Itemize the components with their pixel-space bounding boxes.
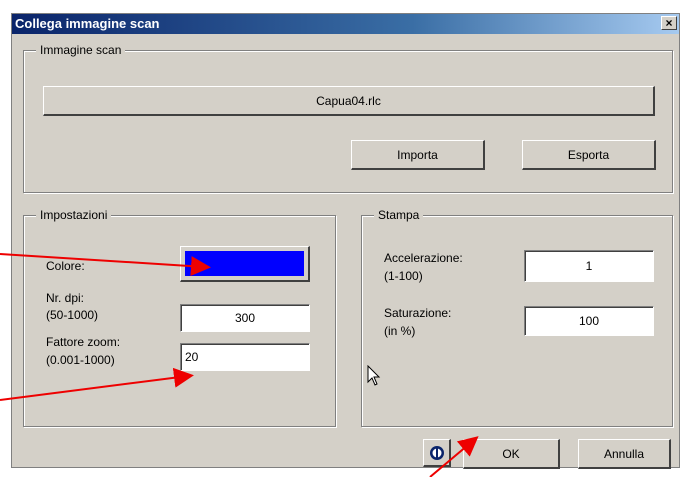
zoom-label: Fattore zoom:: [46, 335, 121, 349]
scan-image-group: Immagine scan: [23, 43, 673, 193]
export-button[interactable]: Esporta: [522, 140, 656, 170]
ok-button[interactable]: OK: [463, 439, 560, 469]
close-icon: ×: [665, 16, 673, 30]
color-label: Colore:: [46, 259, 85, 273]
dpi-range-label: (50-1000): [46, 308, 99, 322]
info-button[interactable]: [423, 439, 451, 467]
dialog-window: Collega immagine scan × Immagine scan Ca…: [11, 13, 680, 469]
acceleration-range-label: (1-100): [384, 269, 423, 283]
close-button[interactable]: ×: [661, 16, 677, 30]
info-icon: [429, 445, 444, 460]
scan-image-legend: Immagine scan: [36, 43, 126, 57]
color-picker-button[interactable]: [180, 246, 310, 282]
acceleration-input[interactable]: 1: [524, 250, 654, 282]
saturation-input[interactable]: 100: [524, 306, 654, 336]
import-button[interactable]: Importa: [351, 140, 485, 170]
window-title: Collega immagine scan: [15, 16, 160, 31]
color-swatch: [185, 251, 304, 276]
saturation-unit-label: (in %): [384, 324, 416, 338]
mouse-cursor-icon: [367, 365, 381, 386]
title-bar[interactable]: Collega immagine scan ×: [12, 14, 679, 34]
dpi-input[interactable]: 300: [180, 304, 310, 332]
scan-file-button[interactable]: Capua04.rlc: [43, 86, 655, 116]
cancel-button[interactable]: Annulla: [578, 439, 671, 469]
zoom-input[interactable]: 20: [180, 343, 310, 371]
print-legend: Stampa: [374, 208, 424, 222]
dpi-label: Nr. dpi:: [46, 291, 85, 305]
zoom-range-label: (0.001-1000): [46, 353, 115, 367]
settings-legend: Impostazioni: [36, 208, 112, 222]
acceleration-label: Accelerazione:: [384, 251, 463, 265]
saturation-label: Saturazione:: [384, 306, 452, 320]
